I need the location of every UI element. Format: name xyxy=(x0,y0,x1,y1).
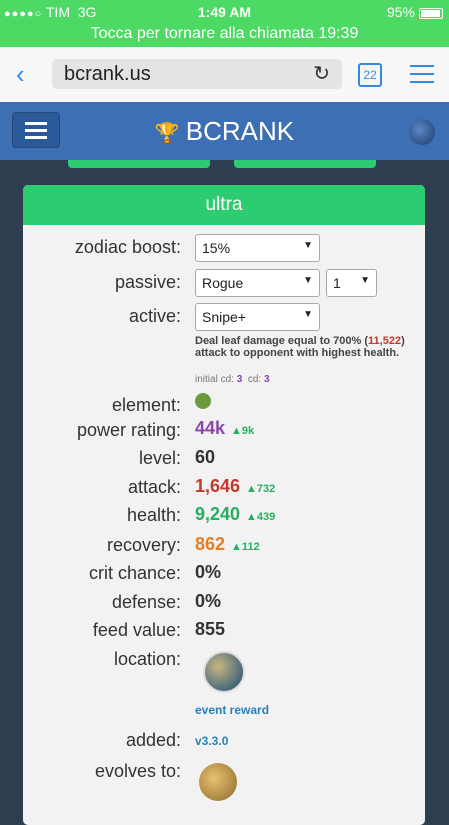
address-bar[interactable]: bcrank.us ↻ xyxy=(52,59,342,89)
battery-icon xyxy=(419,7,443,19)
unit-card: ultra zodiac boost: 15% ▼ passive: Rogue ▼… xyxy=(23,185,425,825)
defense-value: 0% xyxy=(195,591,222,611)
desc-prefix: Deal leaf damage equal to 700% ( xyxy=(195,335,369,347)
crit-label: crit chance: xyxy=(88,563,181,583)
cd-value: 3 xyxy=(263,374,270,385)
passive-level-select[interactable]: 1 ▼ xyxy=(326,269,377,297)
browser-menu-icon[interactable] xyxy=(410,65,434,89)
desc-damage: 11,522 xyxy=(368,335,402,347)
active-label: active: xyxy=(128,306,181,326)
url-text: bcrank.us xyxy=(64,63,151,85)
location-label: location: xyxy=(113,649,181,669)
passive-level-value: 1 xyxy=(333,275,341,291)
feed-value: 855 xyxy=(195,619,226,639)
browser-toolbar: ‹ bcrank.us ↻ 22 xyxy=(0,47,449,103)
leaf-icon xyxy=(195,393,211,409)
initial-cd-label: initial cd: xyxy=(195,374,234,385)
passive-label: passive: xyxy=(114,272,181,292)
passive-value: Rogue xyxy=(202,275,244,291)
battery-percent: 95% xyxy=(386,4,415,20)
return-to-call-bar[interactable]: Tocca per tornare alla chiamata 19:39 xyxy=(0,23,449,47)
site-logo[interactable]: 🏆 BCRANK xyxy=(0,116,449,147)
passive-select[interactable]: Rogue ▼ xyxy=(195,269,320,297)
element-label: element: xyxy=(111,395,181,415)
active-value: Snipe+ xyxy=(202,309,246,325)
recovery-value: 862 ▲112 xyxy=(195,534,260,555)
location-image[interactable] xyxy=(203,651,245,693)
clock: 1:49 AM xyxy=(197,4,252,20)
feed-label: feed value: xyxy=(92,620,181,640)
dropdown-arrow-icon: ▼ xyxy=(303,309,313,320)
dropdown-arrow-icon: ▼ xyxy=(303,275,313,286)
defense-label: defense: xyxy=(111,592,181,612)
zodiac-select[interactable]: 15% ▼ xyxy=(195,234,320,262)
health-label: health: xyxy=(126,505,181,525)
dropdown-arrow-icon: ▼ xyxy=(360,275,370,286)
attack-value: 1,646 ▲732 xyxy=(195,476,275,497)
evolution-image[interactable] xyxy=(199,763,237,801)
recovery-increase: ▲112 xyxy=(231,541,260,553)
zodiac-label: zodiac boost: xyxy=(74,237,181,257)
health-increase: ▲439 xyxy=(246,511,276,523)
back-icon[interactable]: ‹ xyxy=(16,59,25,90)
attack-number: 1,646 xyxy=(195,476,241,496)
version-link[interactable]: v3.3.0 xyxy=(195,734,228,748)
cooldown-info: initial cd: 3 cd: 3 xyxy=(195,374,270,385)
level-value: 60 xyxy=(195,447,216,467)
event-reward-link[interactable]: event reward xyxy=(195,703,269,717)
health-number: 9,240 xyxy=(195,504,241,524)
attack-increase: ▲732 xyxy=(246,483,276,495)
recovery-label: recovery: xyxy=(106,535,181,555)
globe-icon[interactable] xyxy=(409,119,435,145)
trophy-icon: 🏆 xyxy=(154,123,180,145)
power-value: 44k ▲9k xyxy=(195,418,254,439)
status-bar: ●●●●○ TIM 3G 1:49 AM 95% xyxy=(0,0,449,23)
skill-description: Deal leaf damage equal to 700% (11,522) … xyxy=(195,335,405,359)
zodiac-value: 15% xyxy=(202,240,231,256)
attack-label: attack: xyxy=(127,477,181,497)
evolves-label: evolves to: xyxy=(94,761,181,781)
brand-name: BCRANK xyxy=(185,116,295,146)
power-number: 44k xyxy=(195,418,226,438)
initial-cd-value: 3 xyxy=(236,374,243,385)
dropdown-arrow-icon: ▼ xyxy=(303,240,313,251)
health-value: 9,240 ▲439 xyxy=(195,504,275,525)
active-select[interactable]: Snipe+ ▼ xyxy=(195,303,320,331)
recovery-number: 862 xyxy=(195,534,226,554)
tabs-button[interactable]: 22 xyxy=(358,63,382,87)
added-label: added: xyxy=(125,730,181,750)
level-label: level: xyxy=(138,448,181,468)
partial-button-left[interactable] xyxy=(68,160,210,168)
site-navbar: 🏆 BCRANK xyxy=(0,102,449,160)
partial-button-right[interactable] xyxy=(234,160,376,168)
cd-label: cd: xyxy=(247,374,262,385)
battery-info: 95% xyxy=(387,4,443,20)
crit-value: 0% xyxy=(195,562,222,582)
card-title: ultra xyxy=(23,185,425,225)
reload-icon[interactable]: ↻ xyxy=(313,61,330,86)
power-increase: ▲9k xyxy=(231,425,255,437)
power-label: power rating: xyxy=(76,420,181,440)
